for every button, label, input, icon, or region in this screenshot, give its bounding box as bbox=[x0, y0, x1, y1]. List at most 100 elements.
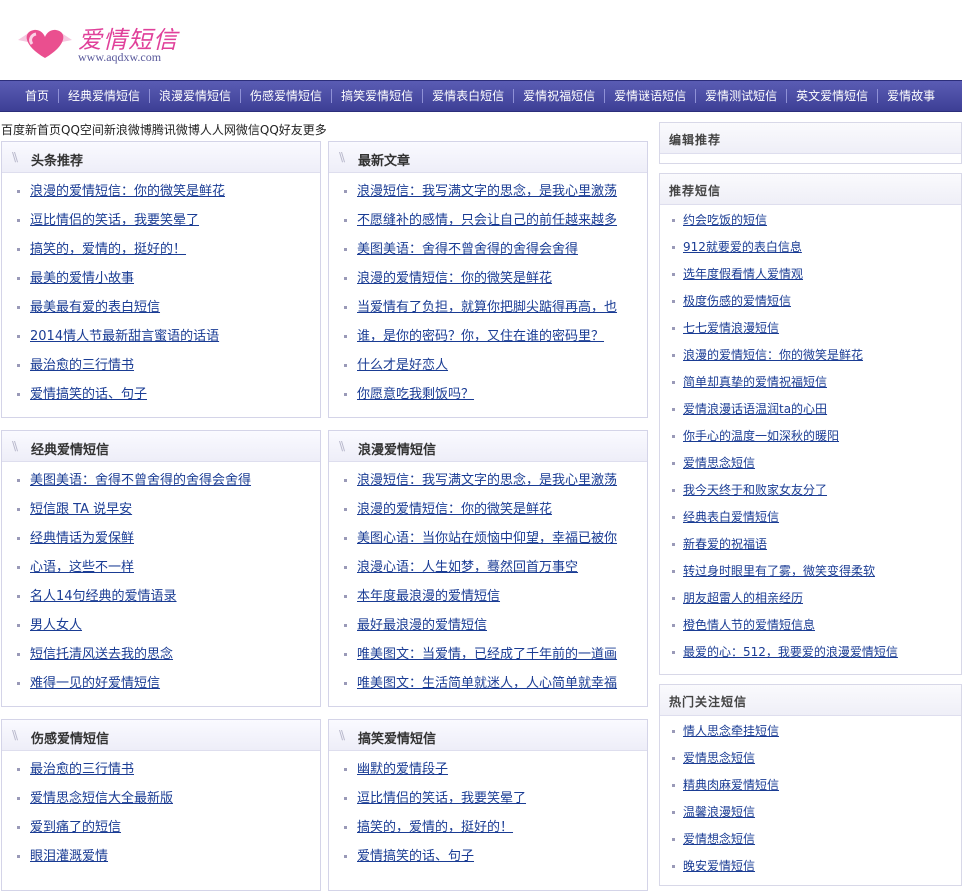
article-link[interactable]: 难得一见的好爱情短信 bbox=[30, 676, 160, 691]
article-link[interactable]: 极度伤感的爱情短信 bbox=[683, 294, 791, 308]
link-list: 浪漫短信：我写满文字的思念，是我心里激荡 浪漫的爱情短信：你的微笑是鲜花美图心语：… bbox=[329, 462, 647, 698]
article-link[interactable]: 最美最有爱的表白短信 bbox=[30, 300, 160, 315]
sidebar-editor-pick: 编辑推荐 bbox=[659, 122, 962, 164]
article-link[interactable]: 搞笑的，爱情的，挺好的！ bbox=[357, 820, 513, 835]
article-link[interactable]: 我今天终于和败家女友分了 bbox=[683, 483, 827, 497]
article-link[interactable]: 选年度假看情人爱情观 bbox=[683, 267, 803, 281]
list-item: 美图美语：舍得不曾舍得的舍得会舍得 bbox=[329, 235, 647, 264]
nav-item[interactable]: 爱情祝福短信 bbox=[513, 89, 604, 103]
article-link[interactable]: 爱情浪漫话语温润ta的心田 bbox=[683, 402, 827, 416]
article-link[interactable]: 浪漫的爱情短信：你的微笑是鲜花 bbox=[30, 184, 225, 199]
article-link[interactable]: 美图心语：当你站在烦恼中仰望，幸福已被你 bbox=[357, 531, 617, 546]
box-title: 最新文章 bbox=[358, 154, 411, 169]
article-link[interactable]: 爱情思念短信 bbox=[683, 751, 755, 765]
nav-item[interactable]: 英文爱情短信 bbox=[786, 89, 877, 103]
nav-item[interactable]: 首页 bbox=[16, 89, 58, 103]
article-link[interactable]: 唯美图文：当爱情，已经成了千年前的一道画 bbox=[357, 647, 617, 662]
article-link[interactable]: 精典肉麻爱情短信 bbox=[683, 778, 779, 792]
article-link[interactable]: 谁，是你的密码？你，又住在谁的密码里？ bbox=[357, 329, 604, 344]
article-link[interactable]: 美图美语：舍得不曾舍得的舍得会舍得 bbox=[30, 473, 251, 488]
article-link[interactable]: 浪漫的爱情短信：你的微笑是鲜花 bbox=[357, 502, 552, 517]
sidebar-title: 推荐短信 bbox=[669, 184, 722, 198]
article-link[interactable]: 最治愈的三行情书 bbox=[30, 762, 134, 777]
article-link[interactable]: 最爱的心：512，我要爱的浪漫爱情短信 bbox=[683, 645, 898, 659]
article-link[interactable]: 浪漫的爱情短信：你的微笑是鲜花 bbox=[683, 348, 863, 362]
nav-item[interactable]: 爱情谜语短信 bbox=[604, 89, 695, 103]
sidebar-hot: 热门关注短信 情人思念牵挂短信 爱情思念短信精典肉麻爱情短信 温馨浪漫短信 爱情想念短… bbox=[659, 684, 962, 886]
slash-icon: \\ bbox=[12, 728, 18, 742]
article-link[interactable]: 约会吃饭的短信 bbox=[683, 213, 767, 227]
list-item: 短信跟 TA 说早安 bbox=[2, 495, 320, 524]
list-item: 爱情思念短信 bbox=[660, 450, 961, 477]
article-link[interactable]: 简单却真挚的爱情祝福短信 bbox=[683, 375, 827, 389]
article-link[interactable]: 幽默的爱情段子 bbox=[357, 762, 448, 777]
article-link[interactable]: 名人14句经典的爱情语录 bbox=[30, 589, 177, 604]
article-link[interactable]: 爱情思念短信大全最新版 bbox=[30, 791, 173, 806]
box-title: 浪漫爱情短信 bbox=[358, 443, 437, 458]
article-link[interactable]: 朋友超雷人的相亲经历 bbox=[683, 591, 803, 605]
site-logo[interactable]: 爱情短信 www.aqdxw.com bbox=[14, 18, 184, 70]
article-link[interactable]: 爱情想念短信 bbox=[683, 832, 755, 846]
list-item: 最美的爱情小故事 bbox=[2, 264, 320, 293]
article-link[interactable]: 爱情搞笑的话、句子 bbox=[30, 387, 147, 402]
nav-item[interactable]: 伤感爱情短信 bbox=[240, 89, 331, 103]
article-link[interactable]: 美图美语：舍得不曾舍得的舍得会舍得 bbox=[357, 242, 578, 257]
box-latest: \\ 最新文章 浪漫短信：我写满文字的思念，是我心里激荡 不愿缝补的感情，只会让自己… bbox=[328, 141, 648, 418]
nav-item[interactable]: 爱情表白短信 bbox=[422, 89, 513, 103]
nav-item[interactable]: 爱情测试短信 bbox=[695, 89, 786, 103]
share-links[interactable]: 百度新首页QQ空间新浪微博腾讯微博人人网微信QQ好友更多 bbox=[1, 121, 327, 138]
article-link[interactable]: 不愿缝补的感情，只会让自己的前任越来越多 bbox=[357, 213, 617, 228]
article-link[interactable]: 搞笑的，爱情的，挺好的！ bbox=[30, 242, 186, 257]
article-link[interactable]: 当爱情有了负担，就算你把脚尖踮得再高，也 bbox=[357, 300, 617, 315]
article-link[interactable]: 你愿意吃我剩饭吗？ bbox=[357, 387, 474, 402]
article-link[interactable]: 最治愈的三行情书 bbox=[30, 358, 134, 373]
article-link[interactable]: 什么才是好恋人 bbox=[357, 358, 448, 373]
article-link[interactable]: 你手心的温度一如深秋的暖阳 bbox=[683, 429, 839, 443]
article-link[interactable]: 七七爱情浪漫短信 bbox=[683, 321, 779, 335]
article-link[interactable]: 爱情搞笑的话、句子 bbox=[357, 849, 474, 864]
article-link[interactable]: 转过身时眼里有了雾，微笑变得柔软 bbox=[683, 564, 875, 578]
article-link[interactable]: 情人思念牵挂短信 bbox=[683, 724, 779, 738]
list-item: 你愿意吃我剩饭吗？ bbox=[329, 380, 647, 409]
list-item: 谁，是你的密码？你，又住在谁的密码里？ bbox=[329, 322, 647, 351]
nav-item[interactable]: 搞笑爱情短信 bbox=[331, 89, 422, 103]
article-link[interactable]: 逗比情侣的笑话，我要笑晕了 bbox=[30, 213, 199, 228]
article-link[interactable]: 心语，这些不一样 bbox=[30, 560, 134, 575]
article-link[interactable]: 浪漫短信：我写满文字的思念，是我心里激荡 bbox=[357, 473, 617, 488]
article-link[interactable]: 橙色情人节的爱情短信息 bbox=[683, 618, 815, 632]
article-link[interactable]: 912就要爱的表白信息 bbox=[683, 240, 802, 254]
article-link[interactable]: 爱情思念短信 bbox=[683, 456, 755, 470]
article-link[interactable]: 2014情人节最新甜言蜜语的话语 bbox=[30, 329, 219, 344]
article-link[interactable]: 浪漫的爱情短信：你的微笑是鲜花 bbox=[357, 271, 552, 286]
article-link[interactable]: 爱到痛了的短信 bbox=[30, 820, 121, 835]
link-list: 情人思念牵挂短信 爱情思念短信精典肉麻爱情短信 温馨浪漫短信 爱情想念短信 晚安爱情短信 bbox=[660, 716, 961, 880]
sidebar-title: 热门关注短信 bbox=[669, 695, 748, 709]
article-link[interactable]: 浪漫心语：人生如梦，蓦然回首万事空 bbox=[357, 560, 578, 575]
article-link[interactable]: 唯美图文：生活简单就迷人，人心简单就幸福 bbox=[357, 676, 617, 691]
article-link[interactable]: 最好最浪漫的爱情短信 bbox=[357, 618, 487, 633]
list-item: 最爱的心：512，我要爱的浪漫爱情短信 bbox=[660, 639, 961, 666]
article-link[interactable]: 晚安爱情短信 bbox=[683, 859, 755, 873]
nav-item[interactable]: 浪漫爱情短信 bbox=[149, 89, 240, 103]
article-link[interactable]: 短信托清风送去我的思念 bbox=[30, 647, 173, 662]
article-link[interactable]: 短信跟 TA 说早安 bbox=[30, 502, 132, 517]
article-link[interactable]: 逗比情侣的笑话，我要笑晕了 bbox=[357, 791, 526, 806]
list-item: 浪漫短信：我写满文字的思念，是我心里激荡 bbox=[329, 177, 647, 206]
heart-logo-icon bbox=[18, 29, 72, 58]
nav-item[interactable]: 爱情故事 bbox=[877, 89, 944, 103]
article-link[interactable]: 眼泪灌溉爱情 bbox=[30, 849, 108, 864]
list-item: 短信托清风送去我的思念 bbox=[2, 640, 320, 669]
list-item: 最治愈的三行情书 bbox=[2, 351, 320, 380]
article-link[interactable]: 本年度最浪漫的爱情短信 bbox=[357, 589, 500, 604]
nav-item[interactable]: 经典爱情短信 bbox=[58, 89, 149, 103]
article-link[interactable]: 最美的爱情小故事 bbox=[30, 271, 134, 286]
main-nav: 首页 经典爱情短信 浪漫爱情短信 伤感爱情短信 搞笑爱情短信 爱情表白短信 爱情祝福短信 爱情… bbox=[0, 80, 962, 112]
article-link[interactable]: 经典情话为爱保鲜 bbox=[30, 531, 134, 546]
article-link[interactable]: 男人女人 bbox=[30, 618, 82, 633]
sidebar-header: 编辑推荐 bbox=[660, 123, 961, 154]
list-item: 爱情思念短信大全最新版 bbox=[2, 784, 320, 813]
article-link[interactable]: 新春爱的祝福语 bbox=[683, 537, 767, 551]
article-link[interactable]: 经典表白爱情短信 bbox=[683, 510, 779, 524]
article-link[interactable]: 温馨浪漫短信 bbox=[683, 805, 755, 819]
article-link[interactable]: 浪漫短信：我写满文字的思念，是我心里激荡 bbox=[357, 184, 617, 199]
